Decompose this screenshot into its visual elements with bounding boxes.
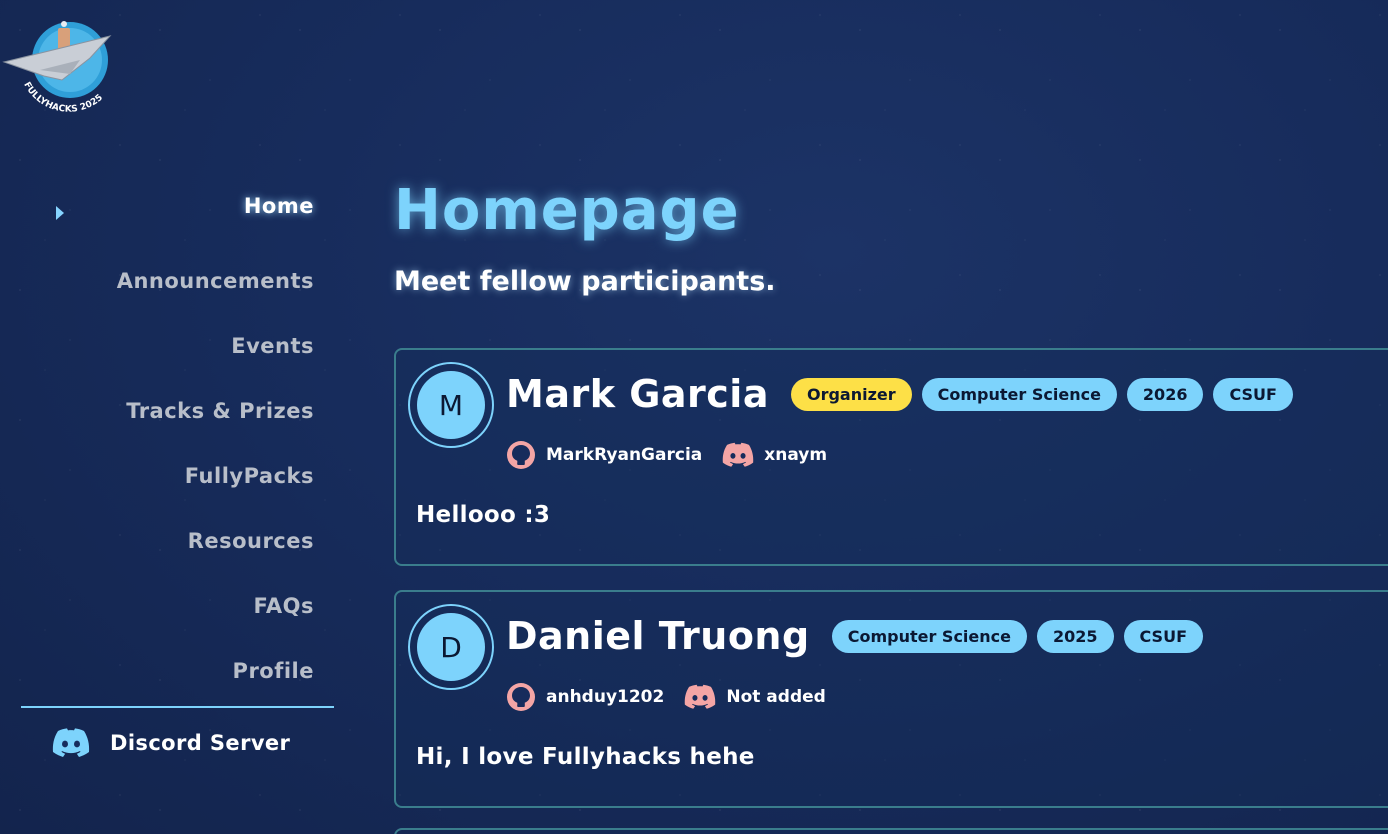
sidebar-item-home[interactable]: Home [244,194,314,218]
sidebar-item-tracks-prizes[interactable]: Tracks & Prizes [126,399,314,423]
sidebar-item-profile[interactable]: Profile [233,659,314,683]
participant-name: Mark Garcia [506,372,769,416]
participant-bio: Hi, I love Fullyhacks hehe [416,744,755,770]
participant-card-partial [394,828,1388,834]
sidebar-item-resources[interactable]: Resources [188,529,314,553]
discord-server-label: Discord Server [110,731,291,755]
avatar: M [408,362,494,448]
sidebar-item-events[interactable]: Events [231,334,314,358]
participant-name: Daniel Truong [506,614,810,658]
year-tag: 2026 [1126,377,1204,411]
major-tag: Computer Science [831,619,1027,653]
participant-header: Daniel Truong Computer Science 2025 CSUF [506,614,1203,658]
discord-server-link[interactable]: Discord Server [52,728,290,758]
avatar-initial: D [417,613,485,681]
page-subtitle: Meet fellow participants. [394,266,776,297]
school-tag: CSUF [1213,377,1293,411]
page-title: Homepage [394,178,740,243]
avatar: D [408,604,494,690]
participant-header: Mark Garcia Organizer Computer Science 2… [506,372,1293,416]
github-username: MarkRyanGarcia [546,445,703,465]
major-tag: Computer Science [921,377,1117,411]
discord-username: Not added [726,687,826,707]
discord-username: xnaym [764,445,828,465]
discord-handle: Not added [684,684,826,710]
avatar-initial: M [417,371,485,439]
github-link[interactable]: MarkRyanGarcia [506,440,702,470]
active-caret-icon [56,206,64,220]
participant-bio: Hellooo :3 [416,502,551,528]
sidebar-item-faqs[interactable]: FAQs [253,594,314,618]
discord-icon [52,728,90,757]
fullyhacks-logo[interactable]: FULLYHACKS 2025 [0,18,124,118]
participant-card: M Mark Garcia Organizer Computer Science… [394,348,1388,566]
sidebar-divider [21,706,334,708]
year-tag: 2025 [1036,619,1114,653]
social-links: MarkRyanGarcia xnaym [506,440,837,470]
discord-icon [685,684,716,709]
github-link[interactable]: anhduy1202 [506,682,664,712]
sidebar-item-announcements[interactable]: Announcements [117,269,314,293]
participant-card: D Daniel Truong Computer Science 2025 CS… [394,590,1388,808]
discord-icon [722,442,754,467]
github-icon [507,441,535,469]
discord-handle: xnaym [722,442,827,468]
social-links: anhduy1202 Not added [506,682,836,712]
role-tag: Organizer [790,377,912,411]
github-username: anhduy1202 [546,687,665,707]
school-tag: CSUF [1123,619,1203,653]
github-icon [507,683,535,711]
sidebar-item-fullypacks[interactable]: FullyPacks [185,464,314,488]
jet-plane-logo-icon: FULLYHACKS 2025 [2,21,112,115]
